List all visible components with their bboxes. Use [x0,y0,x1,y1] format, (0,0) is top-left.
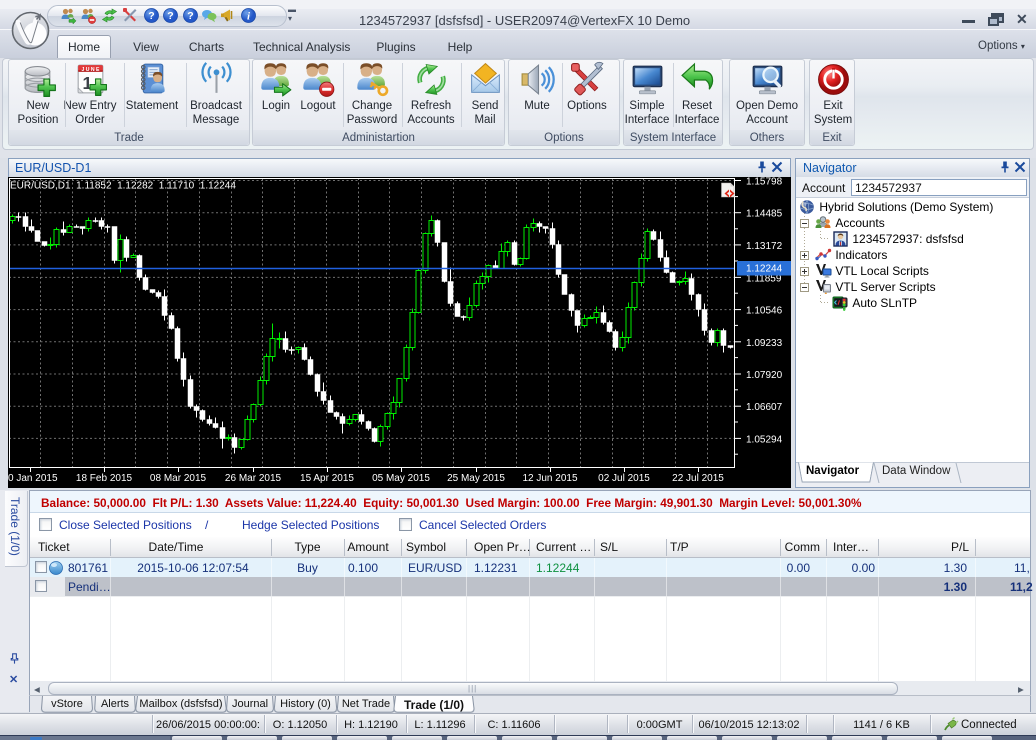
svg-text:1.07920: 1.07920 [746,370,783,381]
svg-text:1.14485: 1.14485 [746,209,783,220]
svg-text:?: ? [187,10,193,22]
svg-text:1.12244: 1.12244 [746,264,783,275]
svg-text:22 Jul 2015: 22 Jul 2015 [672,473,724,484]
svg-text:EUR/USD,D1 1.11852 1.12282: EUR/USD,D1 1.11852 1.12282 1.11710 1.122… [10,181,236,192]
svg-text:1.13172: 1.13172 [746,241,783,252]
svg-text:1.15798: 1.15798 [746,177,783,188]
svg-text:05 May 2015: 05 May 2015 [372,473,430,484]
svg-text:18 Feb 2015: 18 Feb 2015 [76,473,133,484]
svg-text:02 Jul 2015: 02 Jul 2015 [598,473,650,484]
svg-text:1.06607: 1.06607 [746,402,783,413]
svg-text:30 Jan 2015: 30 Jan 2015 [8,473,58,484]
svg-text:25 May 2015: 25 May 2015 [447,473,505,484]
svg-text:?: ? [167,10,173,22]
svg-text:1.09233: 1.09233 [746,338,783,349]
svg-text:?: ? [148,10,154,22]
svg-text:1.05294: 1.05294 [746,434,783,445]
svg-text:1.10546: 1.10546 [746,306,783,317]
svg-text:08 Mar 2015: 08 Mar 2015 [150,473,207,484]
svg-text:12 Jun 2015: 12 Jun 2015 [522,473,577,484]
svg-text:26 Mar 2015: 26 Mar 2015 [225,473,282,484]
svg-text:15 Apr 2015: 15 Apr 2015 [300,473,354,484]
